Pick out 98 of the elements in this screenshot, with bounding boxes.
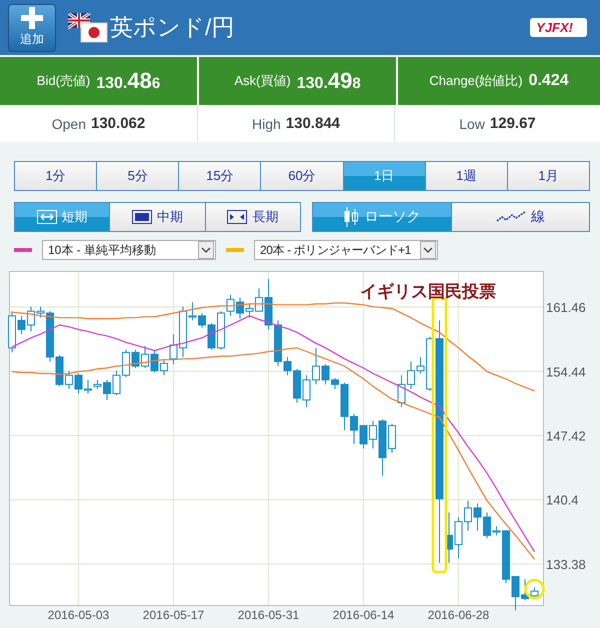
candlestick	[388, 423, 396, 454]
timeframe-tab[interactable]: 1月	[506, 162, 589, 190]
stat-value: 130.062	[91, 115, 146, 132]
candlestick	[454, 516, 462, 559]
candlestick	[226, 294, 234, 316]
candlestick	[255, 288, 263, 312]
timeframe-tab[interactable]: 15分	[178, 162, 260, 190]
plus-icon	[21, 7, 43, 29]
candlestick	[340, 382, 348, 431]
candlestick	[512, 576, 520, 611]
candlestick	[84, 379, 92, 394]
candlestick	[530, 587, 538, 599]
candlestick	[236, 297, 244, 320]
candlestick	[322, 364, 330, 385]
candlestick	[492, 526, 500, 536]
candlestick	[8, 310, 16, 353]
candlestick	[284, 356, 292, 376]
quote-cell: Bid(売値) 130.486	[0, 57, 197, 105]
stat-label: High	[252, 116, 281, 132]
candlestick	[350, 413, 358, 444]
candlestick	[502, 530, 510, 584]
candlestick	[150, 349, 158, 374]
line-chart-icon	[496, 211, 526, 223]
candlestick	[302, 374, 310, 408]
currency-pair-title: 英ポンド/円	[110, 13, 234, 42]
stat-value: 130.844	[286, 115, 340, 132]
candlestick	[398, 374, 406, 408]
candlestick	[474, 502, 482, 532]
candlestick	[264, 278, 272, 330]
candlestick	[407, 361, 415, 390]
candlestick	[360, 425, 368, 449]
candlestick-icon	[343, 207, 360, 227]
candlestick	[217, 310, 225, 350]
candlestick	[160, 358, 168, 376]
candlestick	[103, 379, 111, 400]
quote-cell: Ask(買値) 130.498	[199, 57, 396, 105]
candlestick	[36, 306, 44, 318]
stat-label: Low	[459, 116, 485, 132]
chart-annotation: イギリス国民投票	[360, 282, 496, 301]
y-axis-label: 154.44	[546, 364, 586, 380]
candlestick	[94, 379, 102, 390]
candlestick	[369, 420, 377, 449]
candlestick	[170, 334, 178, 365]
candlestick	[46, 310, 54, 362]
period-tab[interactable]: 長期	[204, 203, 300, 231]
timeframe-tab[interactable]: 1分	[15, 162, 96, 190]
candlestick	[122, 349, 130, 378]
y-axis-label: 161.46	[546, 300, 586, 316]
candlestick	[18, 315, 26, 335]
candlestick	[208, 322, 216, 350]
flags-icon	[68, 12, 108, 42]
chart-type-tab[interactable]: 線	[450, 203, 589, 231]
candlestick	[331, 378, 339, 390]
timeframe-tab[interactable]: 5分	[96, 162, 178, 190]
quote-cell: Change(始値比) 0.424	[398, 57, 600, 105]
expand-arrows-icon	[36, 210, 57, 224]
y-axis-label: 133.38	[546, 556, 586, 572]
caret-icon	[420, 241, 436, 259]
timeframe-tab[interactable]: 60分	[260, 162, 343, 190]
period-tab[interactable]: 中期	[109, 203, 205, 231]
candlestick	[198, 312, 206, 328]
timeframe-tab[interactable]: 1週	[424, 162, 507, 190]
candlestick	[483, 512, 491, 539]
x-axis-label: 2016-06-14	[332, 608, 394, 622]
candlestick	[274, 320, 282, 367]
y-axis-label: 147.42	[546, 428, 586, 444]
caret-icon	[198, 241, 214, 259]
x-axis-label: 2016-06-28	[428, 608, 490, 622]
y-axis-label: 140.4	[546, 492, 579, 508]
compress-arrows-icon	[227, 210, 248, 224]
indicator-dropdown[interactable]: 10本 - 単純平均移動	[42, 240, 216, 260]
candlestick	[188, 302, 196, 321]
stat-label: Open	[52, 116, 86, 132]
candlestick	[246, 303, 254, 318]
candlestick	[445, 512, 453, 564]
x-axis-label: 2016-05-03	[48, 608, 110, 622]
candlestick	[112, 370, 120, 396]
candlestick	[56, 354, 64, 387]
candlestick	[521, 578, 529, 601]
candlestick	[312, 347, 320, 385]
rectangle-icon	[132, 210, 152, 224]
candlestick	[293, 368, 301, 404]
logo: YJFX!	[530, 18, 587, 37]
candlestick	[179, 306, 187, 358]
candlestick	[27, 306, 35, 332]
x-axis-label: 2016-05-31	[238, 608, 300, 622]
stat-value: 129.67	[490, 115, 536, 132]
candlestick	[416, 356, 424, 374]
indicator-dropdown[interactable]: 20本 - ボリンジャーバンド+1	[254, 240, 438, 260]
candlestick	[74, 372, 82, 394]
highlight-circle	[524, 578, 545, 600]
add-button[interactable]: 追加	[8, 4, 56, 52]
candlestick	[65, 370, 73, 390]
candlestick	[141, 346, 149, 368]
x-axis-label: 2016-05-17	[142, 608, 204, 622]
candlestick	[132, 349, 140, 368]
candlestick	[378, 418, 386, 476]
candlestick	[464, 500, 472, 532]
